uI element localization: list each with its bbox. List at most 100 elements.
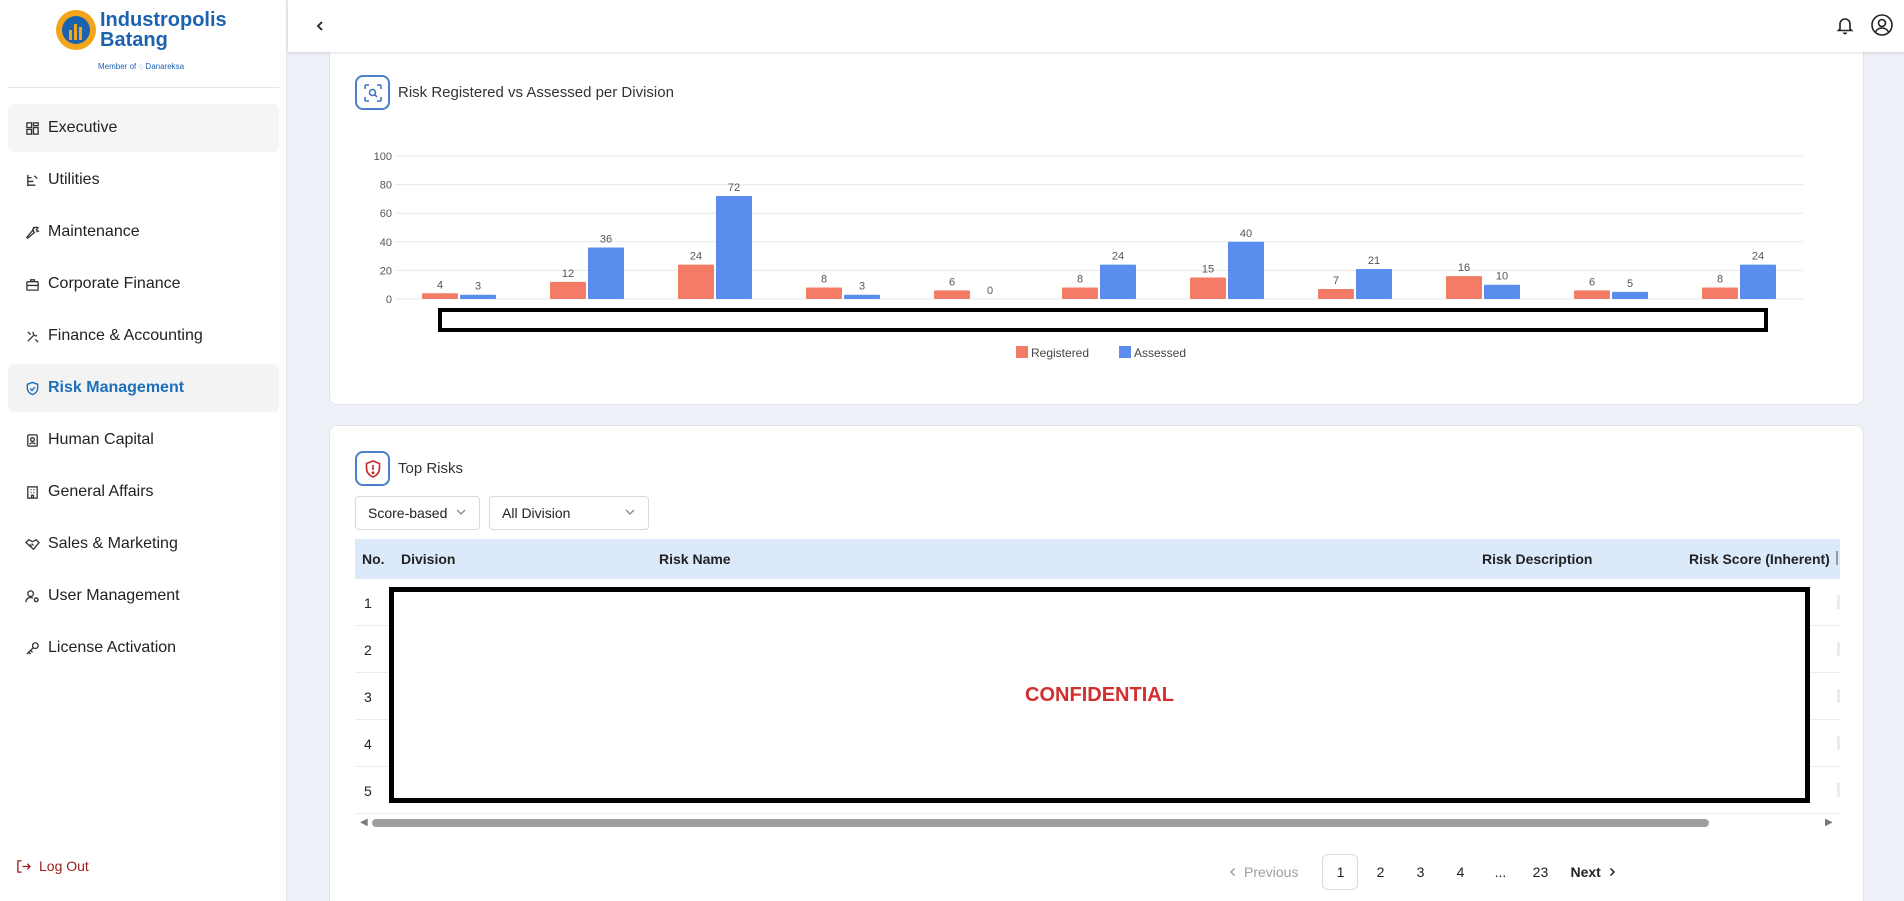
data-label: 40 xyxy=(1240,228,1252,240)
sidebar-item-general-affairs[interactable]: General Affairs xyxy=(8,468,279,516)
sidebar-item-label: Maintenance xyxy=(48,223,140,240)
sidebar-item-license-activation[interactable]: License Activation xyxy=(8,624,279,672)
sidebar-item-corporate-finance[interactable]: Corporate Finance xyxy=(8,260,279,308)
sidebar-item-label: General Affairs xyxy=(48,483,154,500)
column-header-no[interactable]: No. xyxy=(362,551,385,567)
bell-icon xyxy=(1836,18,1854,35)
logout-label: Log Out xyxy=(39,858,89,874)
bar-registered xyxy=(1702,287,1738,299)
user-profile-button[interactable] xyxy=(1870,13,1894,37)
tools-icon xyxy=(24,328,40,344)
bar-assessed xyxy=(1612,291,1648,299)
chevron-down-icon xyxy=(456,509,466,515)
id-badge-icon xyxy=(24,432,40,448)
user-circle-icon xyxy=(1871,14,1893,36)
y-tick-label: 60 xyxy=(380,208,392,220)
user-cog-icon xyxy=(24,588,40,604)
row-number: 2 xyxy=(364,642,372,658)
row-overflow-cell xyxy=(1837,736,1840,750)
chevron-left-icon xyxy=(1229,867,1236,877)
scroll-left-icon[interactable]: ◀ xyxy=(360,816,370,830)
bar-registered xyxy=(1062,287,1098,299)
column-header-risk-description[interactable]: Risk Description xyxy=(1482,551,1592,567)
brand-name-line1: Industropolis xyxy=(100,9,227,31)
page-ellipsis[interactable]: ... xyxy=(1482,854,1518,890)
brand-name-line2: Batang xyxy=(100,29,168,51)
division-select[interactable]: All Division xyxy=(489,496,649,530)
wrench-icon xyxy=(24,224,40,240)
brand-name: Industropolis Batang xyxy=(100,10,227,50)
logout-button[interactable]: Log Out xyxy=(16,858,89,874)
chevron-left-icon xyxy=(316,21,323,31)
briefcase-icon xyxy=(24,276,40,292)
bar-assessed xyxy=(1740,264,1776,299)
row-number: 3 xyxy=(364,689,372,705)
sidebar-item-executive[interactable]: Executive xyxy=(8,104,279,152)
data-label: 8 xyxy=(1717,274,1723,286)
column-header-overflow xyxy=(1836,551,1840,565)
data-label: 5 xyxy=(1627,278,1633,290)
risk-bar-chart: 0 20 40 60 80 100 4 12 24 8 6 8 15 7 16 6 8 3 36 72 3 0 24 40 21… xyxy=(374,151,1803,360)
brand-logo[interactable]: Industropolis Batang Member of ◌ Danarek… xyxy=(56,10,236,76)
sort-select[interactable]: Score-based xyxy=(355,496,480,530)
sidebar-item-label: Human Capital xyxy=(48,431,154,448)
page-button[interactable]: 4 xyxy=(1442,854,1478,890)
column-header-risk-score[interactable]: Risk Score (Inherent) xyxy=(1689,551,1830,567)
page-button[interactable]: 23 xyxy=(1522,854,1558,890)
bar-registered xyxy=(550,281,586,299)
row-overflow-cell xyxy=(1837,642,1840,656)
utilities-icon xyxy=(24,172,40,188)
data-label: 12 xyxy=(562,268,574,280)
page-button[interactable]: 2 xyxy=(1362,854,1398,890)
sidebar-item-utilities[interactable]: Utilities xyxy=(8,156,279,204)
data-label: 36 xyxy=(600,234,612,246)
handshake-icon xyxy=(24,536,40,552)
key-icon xyxy=(24,640,40,656)
legend-label: Assessed xyxy=(1134,346,1186,360)
data-label: 21 xyxy=(1368,255,1380,267)
horizontal-scrollbar[interactable]: ◀ ▶ xyxy=(360,816,1835,830)
bar-assessed xyxy=(1228,241,1264,299)
sidebar-item-finance-accounting[interactable]: Finance & Accounting xyxy=(8,312,279,360)
y-tick-label: 40 xyxy=(380,237,392,249)
column-header-risk-name[interactable]: Risk Name xyxy=(659,551,731,567)
column-header-division[interactable]: Division xyxy=(401,551,455,567)
scrollbar-thumb[interactable] xyxy=(372,819,1709,827)
brand-member-of: Member of ◌ Danareksa xyxy=(98,62,185,71)
bar-registered xyxy=(1318,288,1354,299)
chevron-right-icon xyxy=(1609,867,1615,877)
data-label: 24 xyxy=(1752,251,1764,263)
sidebar: Industropolis Batang Member of ◌ Danarek… xyxy=(0,0,287,901)
sidebar-item-risk-management[interactable]: Risk Management xyxy=(8,364,279,412)
sidebar-item-sales-marketing[interactable]: Sales & Marketing xyxy=(8,520,279,568)
shield-alert-icon xyxy=(355,451,390,486)
chevron-down-icon xyxy=(625,509,635,515)
page-button[interactable]: 3 xyxy=(1402,854,1438,890)
sidebar-item-user-management[interactable]: User Management xyxy=(8,572,279,620)
collapse-sidebar-button[interactable] xyxy=(310,16,330,36)
next-page-button[interactable]: Next xyxy=(1562,854,1624,890)
next-label: Next xyxy=(1570,864,1601,880)
bar-assessed xyxy=(1356,268,1392,299)
data-label: 10 xyxy=(1496,271,1508,283)
sidebar-item-maintenance[interactable]: Maintenance xyxy=(8,208,279,256)
page-button[interactable]: 1 xyxy=(1322,854,1359,890)
bar-registered xyxy=(1574,290,1610,299)
previous-page-button[interactable]: Previous xyxy=(1220,854,1306,890)
sidebar-nav: Executive Utilities Maintenance Corporat… xyxy=(8,104,279,676)
data-label: 3 xyxy=(859,281,865,293)
y-tick-label: 100 xyxy=(374,151,392,163)
data-label: 8 xyxy=(821,274,827,286)
scroll-right-icon[interactable]: ▶ xyxy=(1825,816,1835,830)
shield-check-icon xyxy=(24,380,40,396)
bar-assessed xyxy=(1100,264,1136,299)
legend-label: Registered xyxy=(1031,346,1089,360)
y-tick-label: 0 xyxy=(386,294,392,306)
notifications-button[interactable] xyxy=(1834,14,1856,36)
data-label: 6 xyxy=(1589,276,1595,288)
data-label: 15 xyxy=(1202,264,1214,276)
row-number: 1 xyxy=(364,595,372,611)
sidebar-item-human-capital[interactable]: Human Capital xyxy=(8,416,279,464)
sidebar-item-label: License Activation xyxy=(48,639,177,656)
bar-registered xyxy=(678,264,714,299)
